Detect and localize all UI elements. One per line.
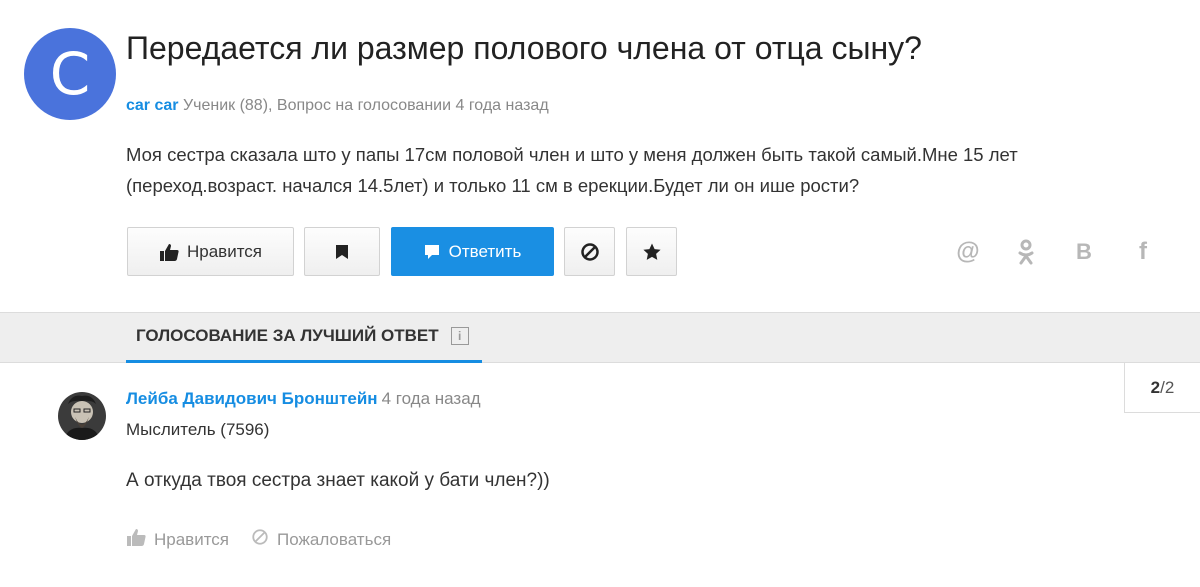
pager-total: /2: [1160, 377, 1175, 397]
voting-tab-bar: ГОЛОСОВАНИЕ ЗА ЛУЧШИЙ ОТВЕТ i: [0, 312, 1200, 363]
answer-author-avatar[interactable]: [58, 392, 106, 440]
answer-author-link[interactable]: Лейба Давидович Бронштейн: [126, 389, 378, 408]
bookmark-button[interactable]: [304, 227, 380, 276]
question-meta: car car Ученик (88), Вопрос на голосован…: [126, 97, 549, 115]
like-button[interactable]: Нравится: [127, 227, 294, 276]
block-button[interactable]: [564, 227, 615, 276]
answer-button[interactable]: Ответить: [391, 227, 554, 276]
like-button-label: Нравится: [186, 241, 262, 261]
answer-like-button[interactable]: Нравится: [126, 528, 229, 551]
bookmark-icon: [336, 244, 348, 259]
answer-actions: Нравится Пожаловаться: [126, 528, 391, 551]
answer-pager[interactable]: 2/2: [1124, 363, 1200, 413]
answer-header: Лейба Давидович Бронштейн 4 года назад: [126, 389, 481, 409]
answer-author-rank: Мыслитель (7596): [126, 420, 270, 439]
question-meta-text: Ученик (88), Вопрос на голосовании 4 год…: [182, 97, 549, 114]
star-icon: [642, 243, 661, 261]
thumbs-up-icon: [159, 243, 179, 261]
question-body: Моя сестра сказала што у папы 17см полов…: [126, 144, 1018, 196]
thumbs-up-icon: [126, 528, 146, 551]
pager-current: 2: [1150, 377, 1161, 397]
tab-label: ГОЛОСОВАНИЕ ЗА ЛУЧШИЙ ОТВЕТ: [136, 326, 439, 345]
report-button[interactable]: Пожаловаться: [251, 528, 391, 551]
answer-time: 4 года назад: [381, 389, 481, 408]
answer-text: А откуда твоя сестра знает какой у бати …: [126, 470, 550, 491]
avatar-letter: C: [49, 40, 91, 108]
vk-share-icon[interactable]: В: [1069, 237, 1099, 267]
info-icon[interactable]: i: [450, 327, 469, 345]
favorite-button[interactable]: [626, 227, 677, 276]
tab-best-answer-voting[interactable]: ГОЛОСОВАНИЕ ЗА ЛУЧШИЙ ОТВЕТ i: [136, 326, 469, 346]
question-author-avatar[interactable]: C: [24, 28, 116, 120]
comment-icon: [424, 244, 440, 260]
facebook-share-icon[interactable]: f: [1128, 237, 1158, 267]
report-label: Пожаловаться: [277, 529, 392, 549]
block-icon: [251, 528, 269, 551]
question-title: Передается ли размер полового члена от о…: [126, 30, 922, 66]
odnoklassniki-share-icon[interactable]: [1011, 237, 1041, 267]
email-share-icon[interactable]: @: [953, 237, 983, 267]
question-author-link[interactable]: car car: [126, 97, 179, 114]
active-tab-indicator: [126, 360, 482, 363]
answer-button-label: Ответить: [448, 241, 522, 261]
block-icon: [580, 242, 600, 262]
answer-like-label: Нравится: [154, 529, 230, 549]
